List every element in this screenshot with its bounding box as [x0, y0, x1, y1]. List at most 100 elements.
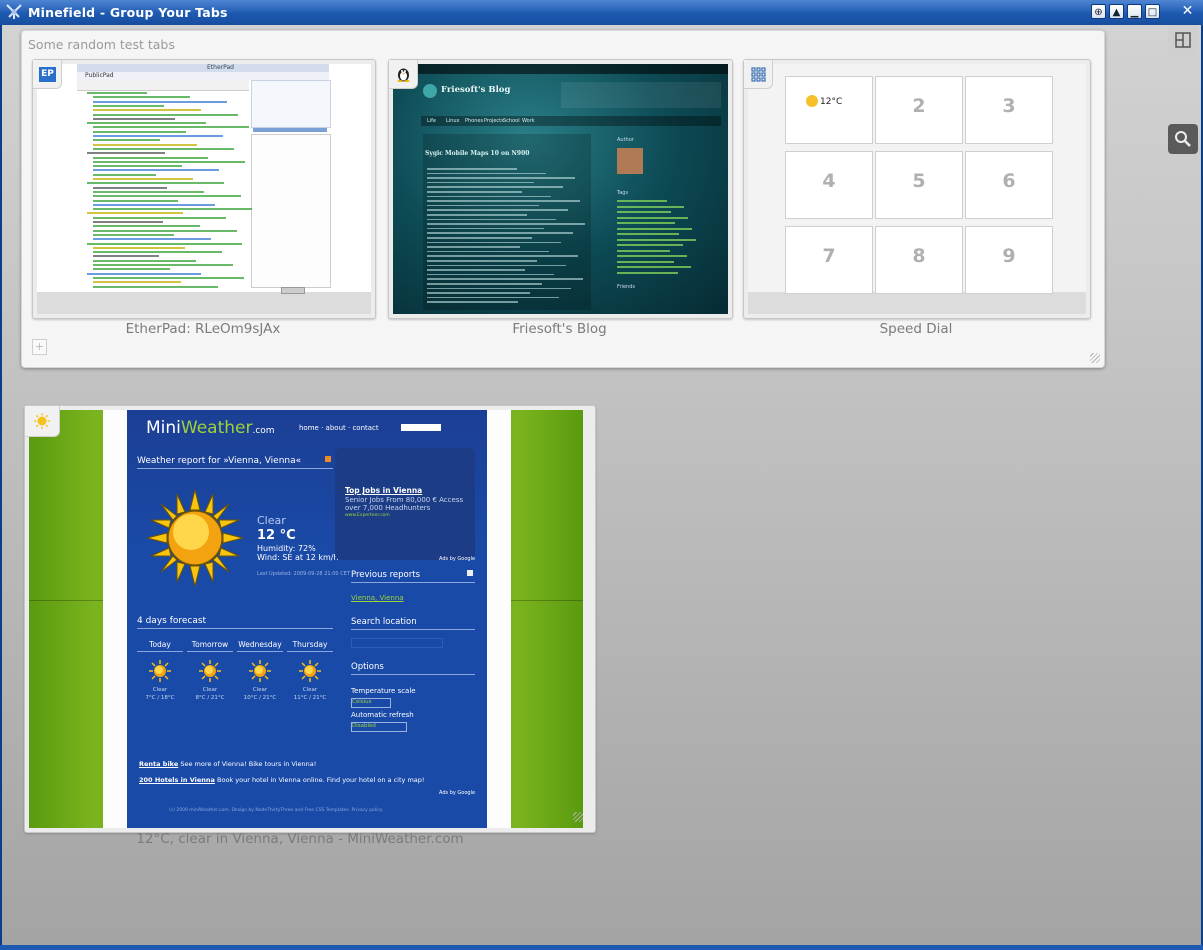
speeddial-number: 5 [912, 170, 926, 192]
blog-text-line [427, 177, 575, 179]
blog-tag-line [617, 249, 670, 252]
bottom-ad-2-link[interactable]: 200 Hotels in Vienna [139, 776, 215, 784]
miniweather-favicon [25, 406, 60, 437]
etherpad-pad-title: PublicPad [85, 72, 114, 79]
etherpad-text-line [93, 281, 181, 284]
forecast-temps: 11°C / 21°C [293, 695, 327, 701]
blog-nav-item: School [503, 118, 520, 124]
ads-by-google-top: Ads by Google [439, 556, 476, 562]
speeddial-tile-8: 8 [875, 226, 963, 294]
speeddial-number: 2 [912, 95, 926, 117]
blog-text-line [427, 301, 518, 303]
blog-text-line [427, 227, 544, 230]
blog-tag-line [617, 233, 679, 235]
blog-tag-line [617, 216, 688, 219]
speeddial-tile-1: 12°C [785, 76, 873, 144]
window-close-button[interactable]: ✕ [1180, 4, 1195, 19]
tab-label-friesoft-blog[interactable]: Friesoft's Blog [388, 321, 731, 337]
etherpad-topbar-text: EtherPad [207, 64, 234, 71]
blog-text-line [427, 255, 578, 257]
etherpad-text-line [93, 251, 222, 254]
blog-text-line [427, 195, 551, 198]
miniweather-logo: MiniWeather.com [146, 418, 275, 438]
ad-title-link[interactable]: Top Jobs in Vienna [345, 486, 422, 495]
forecast-temps: 7°C / 18°C [145, 695, 175, 701]
blog-tag-line [617, 227, 692, 230]
blog-tag-line [617, 266, 691, 268]
group-tabs-button[interactable] [1168, 25, 1198, 55]
ad-url: www.Experteer.com [345, 513, 390, 518]
forecast-day-name: Wednesday [237, 640, 283, 652]
window-titlebar[interactable]: Minefield - Group Your Tabs ⊕ ▲ ▁ □ ✕ [0, 0, 1203, 25]
window-bottom-border [0, 945, 1203, 950]
blog-text-line [427, 218, 556, 221]
blog-text-line [427, 296, 559, 299]
tab-friesoft-blog[interactable]: Friesoft's Blog Life Linux Phones Projects S… [388, 59, 733, 319]
etherpad-text-line [93, 139, 160, 142]
search-button[interactable] [1168, 124, 1198, 154]
blog-sidebar-friends: Friends [617, 284, 635, 290]
blog-text-line [427, 191, 522, 193]
window-menu-button[interactable]: ⊕ [1091, 4, 1106, 19]
group-title[interactable]: Some random test tabs [28, 37, 175, 52]
auto-refresh-select[interactable]: Disabled [351, 722, 407, 732]
window-maximize-button[interactable]: □ [1145, 4, 1160, 19]
blog-nav: Life Linux Phones Projects School Work [421, 116, 721, 126]
forecast-title: 4 days forecast [137, 616, 207, 626]
miniweather-humidity: Humidity: 72% [257, 544, 316, 553]
forecast-condition: Clear [152, 687, 168, 693]
blog-nav-item: Life [427, 118, 437, 124]
etherpad-text-line [93, 147, 234, 150]
etherpad-text-line [93, 113, 238, 116]
blog-text-line [427, 186, 563, 188]
blog-text-line [427, 181, 534, 184]
etherpad-text-line [93, 156, 208, 159]
tab-label-etherpad[interactable]: EtherPad: RLeOm9sJAx [32, 321, 374, 337]
etherpad-text-line [93, 173, 156, 176]
window-minimize-button[interactable]: ▁ [1127, 4, 1142, 19]
temp-scale-select[interactable]: Celsius [351, 698, 391, 708]
tab-candy-canvas[interactable]: Some random test tabs EP EtherPad Public… [2, 25, 1201, 945]
window-shade-button[interactable]: ▲ [1109, 4, 1124, 19]
blog-tag-line [617, 211, 671, 213]
sun-icon [34, 413, 50, 429]
blog-text-line [427, 250, 549, 253]
etherpad-text-line [93, 229, 237, 232]
blog-thumbnail: Friesoft's Blog Life Linux Phones Projects S… [393, 64, 728, 314]
bottom-ad-1-link[interactable]: Renta bike [139, 760, 178, 768]
etherpad-text-line [87, 242, 242, 245]
blog-text-line [427, 264, 566, 267]
group-resize-grip[interactable] [1090, 353, 1100, 363]
tab-resize-grip[interactable] [573, 812, 583, 822]
etherpad-text-line [87, 122, 206, 125]
forecast-sun-icon [199, 660, 221, 682]
etherpad-text-line [93, 135, 223, 137]
tab-label-miniweather[interactable]: 12°C, clear in Vienna, Vienna - MiniWeat… [24, 831, 576, 847]
etherpad-text-line [93, 221, 163, 223]
grid-icon [751, 67, 766, 82]
blog-post-title: Sygic Mobile Maps 10 on N900 [425, 150, 530, 157]
blog-text-line [427, 232, 573, 234]
etherpad-text-line [93, 203, 215, 206]
tab-miniweather[interactable]: MiniWeather.com home · about · contact W… [24, 405, 596, 833]
speeddial-tile-9: 9 [965, 226, 1053, 294]
etherpad-text-line [93, 165, 182, 168]
tab-group[interactable]: Some random test tabs EP EtherPad Public… [21, 30, 1105, 368]
etherpad-icon: EP [39, 67, 56, 82]
forecast-condition: Clear [252, 687, 268, 693]
speeddial-weather-temp: 12°C [820, 97, 843, 107]
etherpad-text-line [93, 100, 227, 103]
speeddial-number: 7 [822, 245, 836, 267]
tab-etherpad[interactable]: EP EtherPad PublicPad [32, 59, 376, 319]
blog-nav-item: Projects [484, 118, 504, 124]
previous-report-link[interactable]: Vienna, Vienna [351, 594, 404, 602]
miniweather-wind: Wind: SE at 12 km/h [257, 553, 339, 562]
tab-speed-dial[interactable]: 12°C 2 3 4 5 6 7 8 9 [743, 59, 1091, 319]
tux-icon [397, 68, 410, 82]
search-location-input[interactable] [351, 638, 443, 648]
blog-tag-line [617, 271, 678, 274]
tab-label-speed-dial[interactable]: Speed Dial [743, 321, 1089, 337]
ad-line1: Senior Jobs From 80,000 € Access [345, 496, 464, 504]
blog-tag-line [617, 244, 683, 246]
group-new-tab-button[interactable]: + [32, 339, 47, 355]
